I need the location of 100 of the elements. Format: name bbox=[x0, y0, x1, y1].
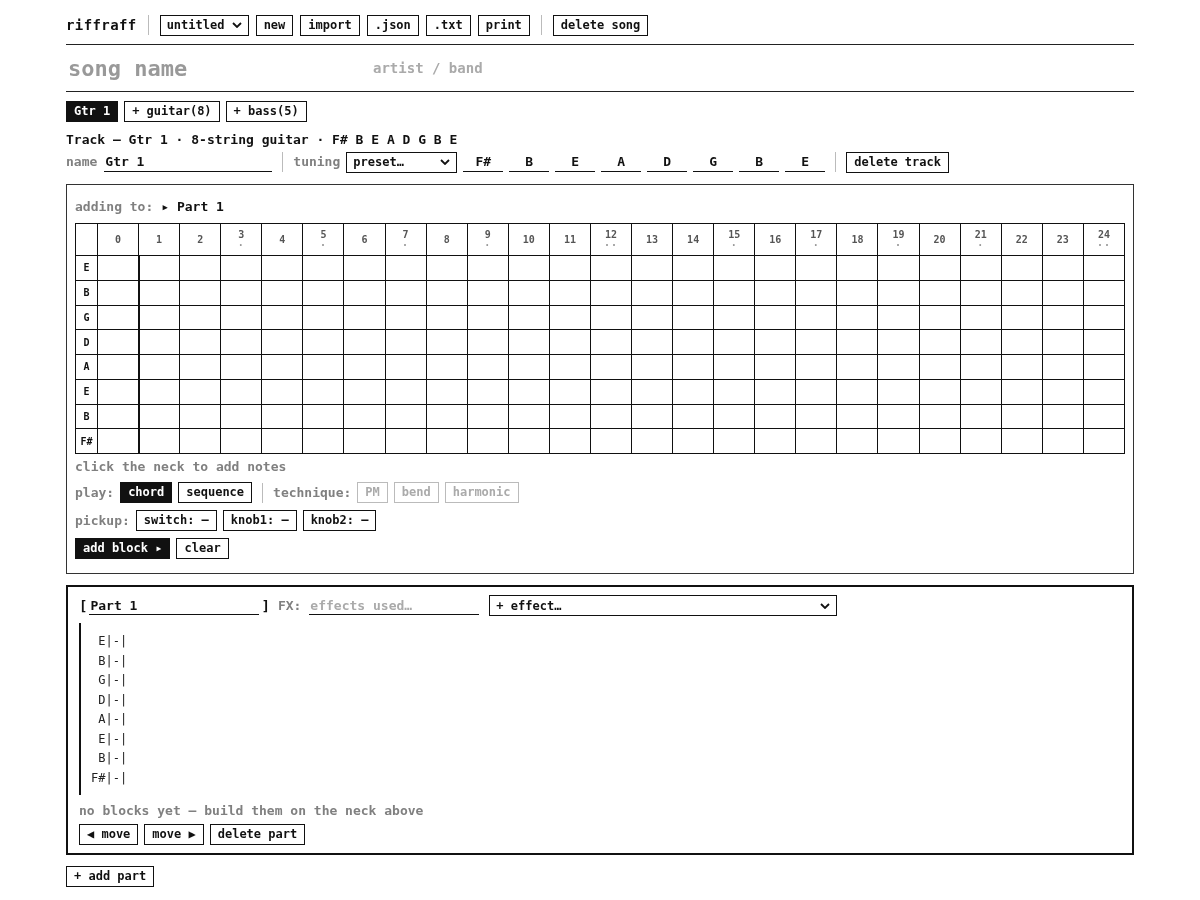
fret-cell[interactable] bbox=[508, 305, 550, 330]
fret-cell[interactable] bbox=[138, 379, 180, 404]
fret-cell[interactable] bbox=[302, 379, 344, 404]
fret-cell[interactable] bbox=[1001, 379, 1043, 404]
fret-cell[interactable] bbox=[138, 305, 180, 330]
fret-cell[interactable] bbox=[754, 354, 796, 380]
fret-cell[interactable] bbox=[919, 255, 961, 281]
fret-cell[interactable] bbox=[1042, 404, 1084, 429]
fret-cell[interactable] bbox=[713, 280, 755, 305]
fret-cell[interactable] bbox=[508, 280, 550, 305]
delete-track-button[interactable]: delete track bbox=[846, 151, 949, 173]
fret-cell[interactable] bbox=[261, 379, 303, 404]
fret-cell[interactable] bbox=[960, 329, 1002, 355]
fret-cell[interactable] bbox=[1042, 354, 1084, 380]
fret-cell[interactable] bbox=[220, 379, 262, 404]
string-tuning-field[interactable]: E bbox=[555, 152, 596, 172]
fret-cell[interactable] bbox=[836, 354, 878, 380]
fret-cell[interactable] bbox=[836, 305, 878, 330]
fret-cell[interactable] bbox=[590, 329, 632, 355]
fret-cell[interactable] bbox=[878, 404, 920, 429]
fret-cell[interactable] bbox=[97, 329, 139, 355]
fret-cell[interactable] bbox=[343, 280, 386, 305]
fret-cell[interactable] bbox=[1001, 354, 1043, 380]
fret-cell[interactable] bbox=[631, 404, 673, 429]
fret-cell[interactable] bbox=[1083, 354, 1125, 380]
fret-cell[interactable] bbox=[97, 280, 139, 305]
fret-cell[interactable] bbox=[220, 404, 262, 429]
fret-cell[interactable] bbox=[795, 280, 837, 305]
fret-cell[interactable] bbox=[179, 404, 221, 429]
fret-cell[interactable] bbox=[549, 404, 591, 429]
fret-cell[interactable] bbox=[836, 379, 878, 404]
fret-cell[interactable] bbox=[302, 305, 344, 330]
tuning-preset-select[interactable]: preset… bbox=[346, 151, 458, 173]
fret-cell[interactable] bbox=[713, 428, 755, 454]
fret-cell[interactable] bbox=[1042, 255, 1084, 281]
fret-cell[interactable] bbox=[179, 428, 221, 454]
fret-cell[interactable] bbox=[97, 305, 139, 330]
toolbar-button[interactable]: import bbox=[300, 14, 360, 36]
string-tuning-field[interactable]: A bbox=[601, 152, 642, 172]
fret-cell[interactable] bbox=[1083, 379, 1125, 404]
fret-cell[interactable] bbox=[302, 428, 344, 454]
fret-cell[interactable] bbox=[302, 404, 344, 429]
fret-cell[interactable] bbox=[261, 329, 303, 355]
fret-cell[interactable] bbox=[385, 280, 427, 305]
fret-cell[interactable] bbox=[343, 404, 386, 429]
fret-cell[interactable] bbox=[795, 428, 837, 454]
fret-cell[interactable] bbox=[302, 354, 344, 380]
fret-cell[interactable] bbox=[549, 255, 591, 281]
add-part-button[interactable]: + add part bbox=[66, 866, 155, 887]
fret-cell[interactable] bbox=[795, 329, 837, 355]
fret-cell[interactable] bbox=[960, 354, 1002, 380]
fret-cell[interactable] bbox=[138, 354, 180, 380]
fret-cell[interactable] bbox=[426, 354, 468, 380]
fret-cell[interactable] bbox=[960, 305, 1002, 330]
part-name-field[interactable]: Part 1 bbox=[89, 596, 260, 615]
fret-cell[interactable] bbox=[919, 379, 961, 404]
fret-cell[interactable] bbox=[919, 404, 961, 429]
fret-cell[interactable] bbox=[343, 255, 386, 281]
fret-cell[interactable] bbox=[179, 280, 221, 305]
fret-cell[interactable] bbox=[1042, 379, 1084, 404]
fret-cell[interactable] bbox=[302, 329, 344, 355]
fret-cell[interactable] bbox=[672, 379, 714, 404]
block-action-button[interactable]: add block ▸ bbox=[75, 538, 171, 559]
fret-cell[interactable] bbox=[590, 379, 632, 404]
fret-cell[interactable] bbox=[754, 404, 796, 429]
fret-cell[interactable] bbox=[836, 280, 878, 305]
fret-cell[interactable] bbox=[467, 255, 509, 281]
string-tuning-field[interactable]: F# bbox=[463, 152, 504, 172]
string-tuning-field[interactable]: G bbox=[693, 152, 734, 172]
fret-cell[interactable] bbox=[97, 404, 139, 429]
fret-cell[interactable] bbox=[1042, 305, 1084, 330]
fret-cell[interactable] bbox=[1001, 280, 1043, 305]
fret-cell[interactable] bbox=[1001, 329, 1043, 355]
string-tuning-field[interactable]: D bbox=[647, 152, 688, 172]
fret-cell[interactable] bbox=[138, 255, 180, 281]
fret-cell[interactable] bbox=[426, 255, 468, 281]
fret-cell[interactable] bbox=[508, 379, 550, 404]
fret-cell[interactable] bbox=[878, 379, 920, 404]
fret-cell[interactable] bbox=[631, 329, 673, 355]
fret-cell[interactable] bbox=[754, 329, 796, 355]
fret-cell[interactable] bbox=[713, 329, 755, 355]
fret-cell[interactable] bbox=[631, 379, 673, 404]
fret-cell[interactable] bbox=[713, 404, 755, 429]
fret-cell[interactable] bbox=[754, 280, 796, 305]
fret-cell[interactable] bbox=[220, 255, 262, 281]
song-name-field[interactable]: song name bbox=[66, 53, 373, 83]
fret-cell[interactable] bbox=[631, 305, 673, 330]
fret-cell[interactable] bbox=[1083, 428, 1125, 454]
fret-cell[interactable] bbox=[508, 255, 550, 281]
effect-select[interactable]: + effect… bbox=[489, 595, 838, 616]
fret-cell[interactable] bbox=[960, 379, 1002, 404]
fret-cell[interactable] bbox=[672, 354, 714, 380]
fret-cell[interactable] bbox=[261, 280, 303, 305]
fret-cell[interactable] bbox=[919, 305, 961, 330]
fret-cell[interactable] bbox=[1083, 329, 1125, 355]
fret-cell[interactable] bbox=[590, 404, 632, 429]
fret-cell[interactable] bbox=[426, 379, 468, 404]
fret-cell[interactable] bbox=[261, 404, 303, 429]
fret-cell[interactable] bbox=[220, 428, 262, 454]
fret-cell[interactable] bbox=[1001, 404, 1043, 429]
